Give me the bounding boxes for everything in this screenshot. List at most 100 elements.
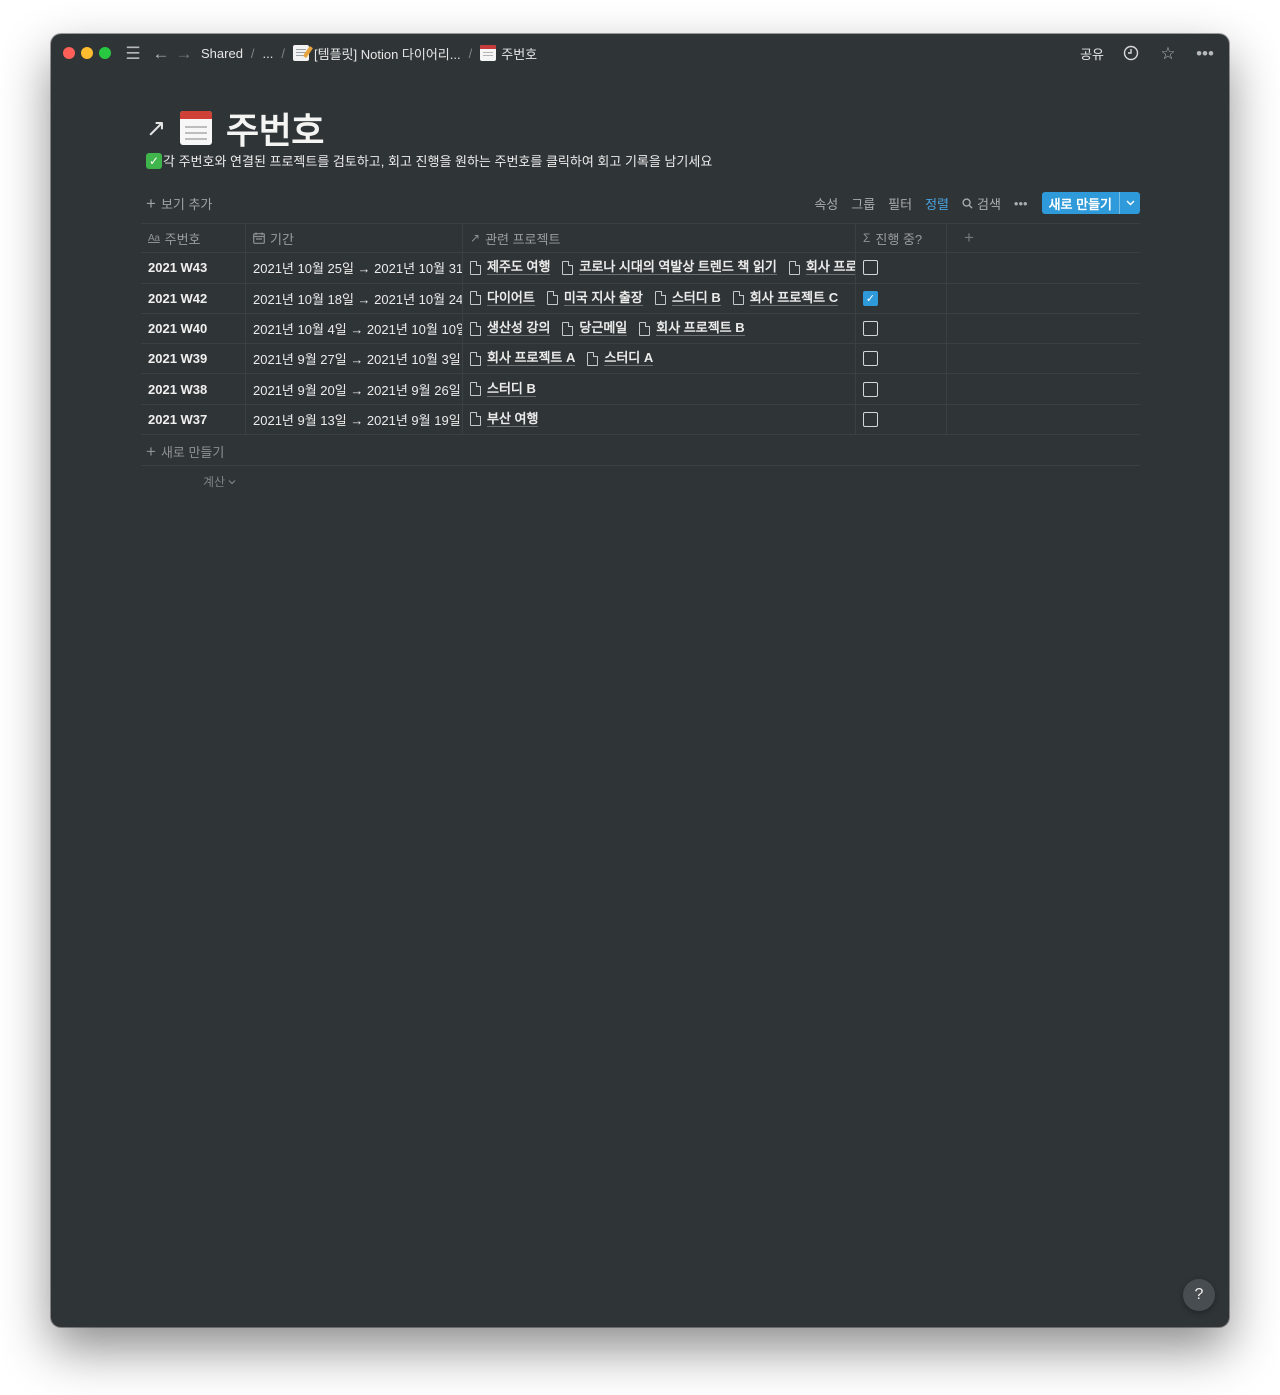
in-progress-cell[interactable] — [856, 253, 947, 283]
breadcrumb-ellipsis[interactable]: ... — [263, 46, 274, 61]
column-header-label: 주번호 — [164, 231, 201, 247]
period-cell[interactable]: 2021년 9월 20일 → 2021년 9월 26일 — [246, 374, 463, 404]
page-description[interactable]: ✓ 각 주번호와 연결된 프로젝트를 검토하고, 회고 진행을 원하는 주번호를… — [146, 151, 712, 170]
period-cell[interactable]: 2021년 10월 25일 → 2021년 10월 31일 — [246, 253, 463, 283]
period-cell[interactable]: 2021년 9월 13일 → 2021년 9월 19일 — [246, 404, 463, 435]
breadcrumb-template[interactable]: [템플릿] Notion 다이어리... — [293, 44, 461, 63]
calculate-dropdown[interactable]: 계산 — [203, 473, 236, 490]
filter-button[interactable]: 필터 — [888, 194, 912, 213]
in-progress-checkbox[interactable] — [863, 260, 878, 276]
properties-button[interactable]: 속성 — [814, 194, 838, 213]
column-header-period[interactable]: 기간 — [246, 224, 463, 253]
page-icon — [639, 321, 651, 336]
share-button[interactable]: 공유 — [1080, 44, 1104, 63]
in-progress-checkbox[interactable] — [863, 351, 878, 367]
new-button[interactable]: 새로 만들기 — [1041, 192, 1140, 214]
add-view-button[interactable]: + 보기 추가 — [146, 194, 212, 213]
in-progress-cell[interactable]: ✓ — [856, 283, 947, 313]
relation-item[interactable]: 생산성 강의 — [470, 321, 551, 337]
projects-cell[interactable]: 부산 여행 — [463, 404, 856, 435]
close-window-button[interactable] — [63, 47, 75, 59]
week-cell[interactable]: 2021 W37 — [141, 404, 246, 435]
in-progress-cell[interactable] — [856, 404, 947, 435]
sidebar-menu-icon[interactable]: ☰ — [124, 45, 142, 62]
week-cell[interactable]: 2021 W39 — [141, 344, 246, 374]
relation-item[interactable]: 제주도 여행 — [470, 259, 551, 276]
help-button[interactable]: ? — [1183, 1279, 1215, 1311]
week-cell[interactable]: 2021 W42 — [141, 283, 246, 313]
in-progress-cell[interactable] — [856, 313, 947, 344]
window-controls — [63, 47, 111, 59]
breadcrumb-shared[interactable]: Shared — [201, 46, 243, 61]
period-cell[interactable]: 2021년 9월 27일 → 2021년 10월 3일 — [246, 344, 463, 374]
sort-button[interactable]: 정렬 — [925, 194, 949, 213]
week-cell[interactable]: 2021 W38 — [141, 374, 246, 404]
search-label: 검색 — [977, 196, 1001, 212]
breadcrumb-separator: / — [250, 45, 255, 61]
in-progress-checkbox[interactable] — [863, 381, 878, 397]
relation-item[interactable]: 부산 여행 — [470, 410, 539, 427]
projects-cell[interactable]: 다이어트 미국 지사 출장 스터디 B 회사 프로젝트 C — [463, 283, 856, 313]
week-cell[interactable]: 2021 W43 — [141, 253, 246, 283]
relation-item[interactable]: 회사 프로젝트 — [788, 260, 855, 276]
relation-item[interactable]: 당근메일 — [562, 321, 628, 337]
search-button[interactable]: 검색 — [962, 194, 1001, 213]
in-progress-checkbox[interactable] — [863, 321, 878, 337]
in-progress-checkbox[interactable] — [863, 411, 878, 427]
relation-label: 부산 여행 — [487, 410, 539, 427]
chevron-down-icon[interactable] — [1119, 192, 1140, 214]
in-progress-cell[interactable] — [856, 344, 947, 374]
relation-item[interactable]: 미국 지사 출장 — [546, 290, 643, 306]
table-header: Aa 주번호 기간 ↗ 관련 프로젝트 Σ 진행 중? + — [141, 223, 1140, 254]
forward-arrow-icon[interactable]: → — [176, 45, 193, 62]
relation-item[interactable]: 회사 프로젝트 A — [470, 351, 576, 367]
add-new-row-button[interactable]: + 새로 만들기 — [146, 442, 224, 461]
more-options-icon[interactable]: ••• — [1014, 196, 1028, 211]
column-header-projects[interactable]: ↗ 관련 프로젝트 — [463, 224, 856, 253]
calendar-icon[interactable] — [180, 111, 212, 145]
more-options-icon[interactable]: ••• — [1195, 45, 1215, 62]
back-arrow-icon[interactable]: ← — [153, 45, 170, 62]
relation-item[interactable]: 코로나 시대의 역발상 트렌드 책 읽기 — [562, 260, 777, 276]
relation-item[interactable]: 회사 프로젝트 C — [732, 290, 839, 306]
table-row[interactable]: 2021 W42 2021년 10월 18일 → 2021년 10월 24일 다… — [141, 283, 1140, 314]
relation-item[interactable]: 스터디 A — [587, 351, 654, 367]
relation-item[interactable]: 회사 프로젝트 B — [639, 321, 745, 337]
empty-cell — [947, 344, 1140, 373]
relation-item[interactable]: 다이어트 — [470, 290, 535, 306]
period-cell[interactable]: 2021년 10월 18일 → 2021년 10월 24일 — [246, 283, 463, 313]
group-button[interactable]: 그룹 — [851, 194, 875, 213]
table-row[interactable]: 2021 W38 2021년 9월 20일 → 2021년 9월 26일 스터디… — [141, 374, 1140, 405]
empty-cell — [947, 284, 1140, 313]
projects-cell[interactable]: 생산성 강의 당근메일 회사 프로젝트 B — [463, 313, 856, 344]
page-header: ↗ 주번호 — [146, 102, 324, 154]
in-progress-checkbox-checked[interactable]: ✓ — [863, 290, 878, 306]
week-cell[interactable]: 2021 W40 — [141, 313, 246, 344]
period-cell[interactable]: 2021년 10월 4일 → 2021년 10월 10일 — [246, 313, 463, 344]
table-row[interactable]: 2021 W43 2021년 10월 25일 → 2021년 10월 31일 제… — [141, 253, 1140, 284]
table-row[interactable]: 2021 W39 2021년 9월 27일 → 2021년 10월 3일 회사 … — [141, 344, 1140, 375]
page-icon — [546, 291, 558, 306]
relation-item[interactable]: 스터디 B — [470, 381, 536, 397]
column-header-in-progress[interactable]: Σ 진행 중? — [856, 224, 947, 253]
add-column-button[interactable]: + — [947, 224, 1140, 252]
in-progress-cell[interactable] — [856, 374, 947, 404]
breadcrumb-current-page[interactable]: 주번호 — [480, 44, 537, 63]
breadcrumb-separator: / — [281, 45, 286, 61]
linked-database-arrow-icon[interactable]: ↗ — [146, 114, 166, 143]
projects-cell[interactable]: 스터디 B — [463, 374, 856, 404]
relation-item[interactable]: 스터디 B — [654, 290, 721, 306]
calendar-icon — [480, 45, 497, 61]
table-row[interactable]: 2021 W37 2021년 9월 13일 → 2021년 9월 19일 부산 … — [141, 404, 1140, 436]
favorite-star-icon[interactable]: ☆ — [1158, 45, 1178, 62]
projects-cell[interactable]: 제주도 여행 코로나 시대의 역발상 트렌드 책 읽기 회사 프로젝트 — [463, 253, 856, 283]
table-row[interactable]: 2021 W40 2021년 10월 4일 → 2021년 10월 10일 생산… — [141, 313, 1140, 345]
projects-cell[interactable]: 회사 프로젝트 A 스터디 A — [463, 344, 856, 374]
zoom-window-button[interactable] — [99, 47, 111, 59]
history-clock-icon[interactable] — [1121, 45, 1141, 61]
column-header-week[interactable]: Aa 주번호 — [141, 224, 246, 253]
relation-label: 제주도 여행 — [487, 259, 551, 276]
database-table: Aa 주번호 기간 ↗ 관련 프로젝트 Σ 진행 중? + 2021 W43 2… — [141, 223, 1140, 436]
page-title[interactable]: 주번호 — [226, 102, 324, 154]
minimize-window-button[interactable] — [81, 47, 93, 59]
